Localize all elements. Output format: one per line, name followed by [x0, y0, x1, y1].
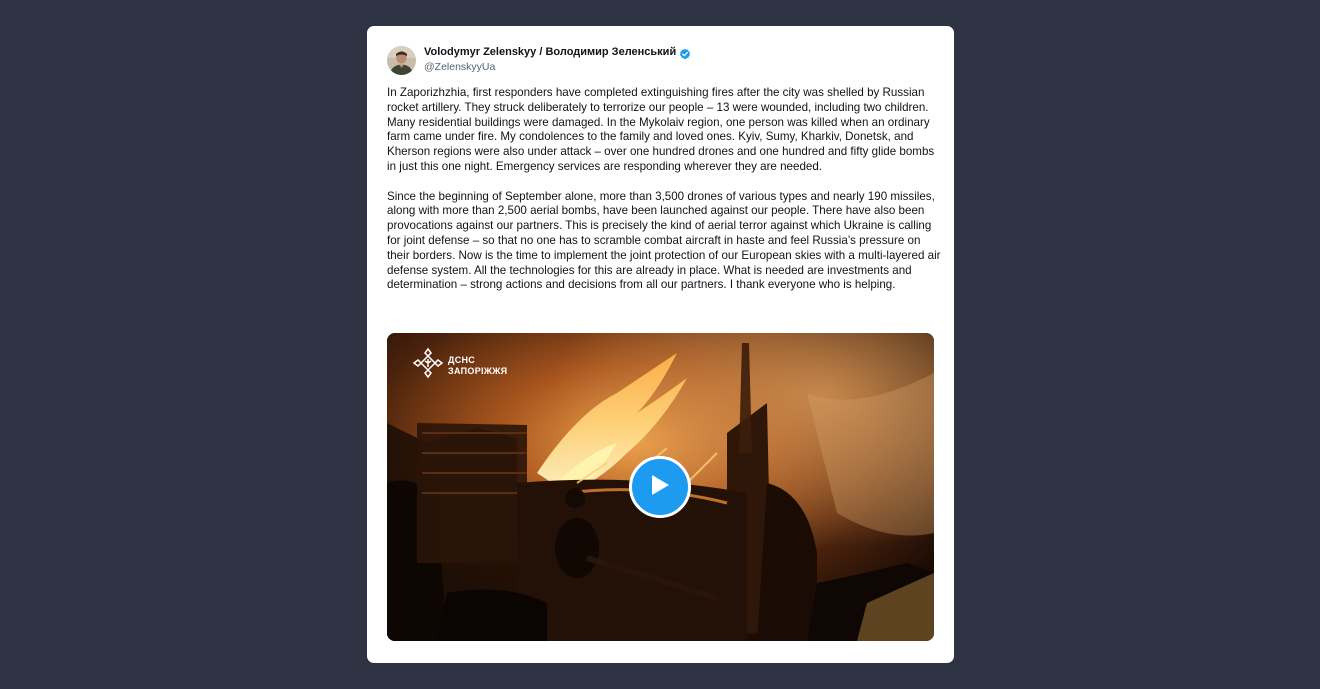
tweet-text: In Zaporizhzhia, first responders have c… [387, 86, 941, 292]
author-display-name[interactable]: Volodymyr Zelenskyy / Володимир Зеленськ… [424, 46, 676, 59]
verified-badge-icon [679, 47, 691, 59]
play-button[interactable] [629, 456, 691, 518]
author-handle[interactable]: @ZelenskyyUa [424, 60, 691, 74]
tweet-card: Volodymyr Zelenskyy / Володимир Зеленськ… [367, 26, 954, 663]
play-icon [649, 473, 671, 502]
emblem-icon [412, 347, 444, 384]
tweet-header: Volodymyr Zelenskyy / Володимир Зеленськ… [387, 45, 691, 75]
author-block: Volodymyr Zelenskyy / Володимир Зеленськ… [424, 46, 691, 74]
watermark-line-2: ЗАПОРІЖЖЯ [448, 365, 508, 376]
watermark-line-1: ДСНС [448, 354, 476, 365]
tweet-video[interactable]: ДСНС ЗАПОРІЖЖЯ [387, 333, 934, 641]
avatar[interactable] [387, 45, 416, 75]
video-watermark: ДСНС ЗАПОРІЖЖЯ [412, 347, 507, 384]
